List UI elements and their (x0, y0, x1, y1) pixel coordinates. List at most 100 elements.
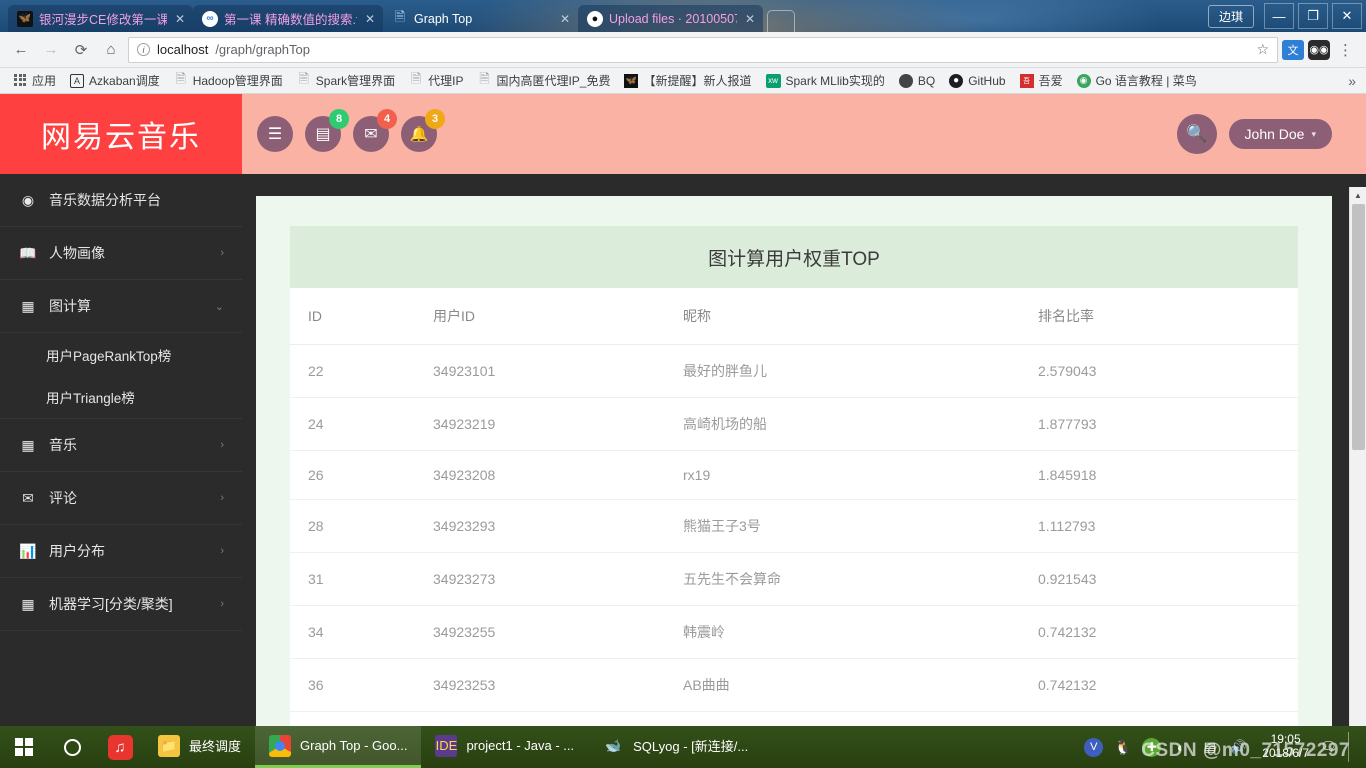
home-icon[interactable]: ⌂ (98, 37, 124, 63)
page-scrollbar[interactable]: ▲ ▼ (1349, 187, 1366, 768)
tasks-icon[interactable]: ▤ 8 (305, 109, 349, 152)
table-row[interactable]: 34 34923255 韩震岭 0.742132 (290, 605, 1298, 659)
volume-icon[interactable]: 🔊 (1229, 738, 1248, 757)
cortana-button[interactable] (48, 726, 96, 768)
reload-icon[interactable]: ⟳ (68, 37, 94, 63)
user-name: John Doe (1244, 126, 1305, 142)
search-glyph: 🔍 (1185, 124, 1208, 143)
forward-icon[interactable]: → (38, 37, 64, 63)
hamburger-icon[interactable]: ☰ (257, 116, 293, 152)
wifi-icon[interactable]: ◐ (1171, 738, 1190, 757)
github-icon: ● (587, 10, 603, 27)
bookmark-item[interactable]: xw Spark MLlib实现的 (759, 70, 892, 91)
bell-icon[interactable]: 🔔 3 (401, 109, 445, 152)
maximize-icon[interactable]: ❐ (1298, 3, 1328, 29)
cell-rank-ratio: 1.112793 (1020, 499, 1298, 553)
folder-icon: 📁 (158, 734, 180, 757)
action-center-icon[interactable]: 🗨 (1319, 738, 1338, 757)
show-desktop-button[interactable] (1348, 732, 1356, 762)
windows-taskbar: ♫ 📁 最终调度 Graph Top - Goo... IDE project1… (0, 726, 1366, 768)
bookmark-item[interactable]: ◉ Go 语言教程 | 菜鸟 (1070, 70, 1204, 91)
scrollbar-thumb[interactable] (1352, 204, 1365, 450)
table-row[interactable]: 36 34923253 AB曲曲 0.742132 (290, 658, 1298, 712)
site-info-icon[interactable]: i (137, 43, 150, 56)
security-plus-icon[interactable]: ✚ (1142, 737, 1162, 757)
taskbar-task-explorer[interactable]: 📁 最终调度 (144, 726, 255, 768)
bookmark-label: 【新提醒】新人报道 (643, 74, 752, 88)
battery-icon[interactable]: ▤ (1200, 738, 1219, 757)
bookmarks-overflow-icon[interactable]: » (1348, 73, 1360, 89)
new-tab-button[interactable] (767, 10, 795, 32)
translate-extension-icon[interactable]: 文 (1282, 39, 1304, 60)
bookmark-apps[interactable]: 应用 (6, 70, 63, 91)
sidebar-subitem-pagerank[interactable]: 用户PageRankTop榜 (0, 333, 242, 376)
qq-penguin-icon[interactable]: 🐧 (1113, 738, 1132, 757)
mail-icon[interactable]: ✉ 4 (353, 109, 397, 152)
search-icon[interactable]: 🔍 (1176, 114, 1217, 154)
sidebar-item-label: 音乐 (49, 437, 77, 453)
cell-user-id: 34923101 (415, 344, 665, 398)
bookmark-item[interactable]: 吾 吾爱 (1013, 70, 1070, 91)
clock[interactable]: 19:05 2018/6/7 (1258, 732, 1309, 761)
column-header-nickname[interactable]: 昵称 (665, 288, 1020, 345)
column-header-user-id[interactable]: 用户ID (415, 288, 665, 345)
page-icon: 🗎 (394, 8, 406, 24)
cell-rank-ratio: 1.877793 (1020, 397, 1298, 451)
browser-menu-icon[interactable]: ⋮ (1334, 41, 1358, 59)
bookmark-item[interactable]: 🗎 代理IP (402, 70, 470, 91)
close-icon[interactable]: ✕ (558, 12, 572, 26)
table-row[interactable]: 24 34923219 高崎机场的船 1.877793 (290, 397, 1298, 451)
bookmark-item[interactable]: 🗎 国内高匿代理IP_免费 (470, 70, 617, 91)
bookmark-star-icon[interactable]: ☆ (1256, 41, 1269, 58)
sqlyog-icon: 🐋 (605, 737, 622, 753)
scroll-up-icon[interactable]: ▲ (1350, 187, 1366, 204)
close-icon[interactable]: ✕ (363, 12, 377, 26)
browser-tab[interactable]: ● Upload files · 20100507 ✕ (578, 5, 763, 32)
app-body: ◉ 音乐数据分析平台 📖 人物画像 › ▦ 图计算 ⌄ 用户PageRankTo… (0, 174, 1366, 731)
extension-icon[interactable]: ◉◉ (1308, 39, 1330, 60)
chevron-right-icon: › (220, 439, 224, 451)
sidebar-item-user-distribution[interactable]: 📊 用户分布 › (0, 525, 242, 578)
bookmark-item[interactable]: ● GitHub (942, 72, 1012, 90)
browser-tab[interactable]: ∞ 第一课 精确数值的搜索.fl ✕ (193, 5, 383, 32)
back-icon[interactable]: ← (8, 37, 34, 63)
table-row[interactable]: 28 34923293 熊猫王子3号 1.112793 (290, 499, 1298, 553)
browser-tab-active[interactable]: 🗎 Graph Top ✕ (383, 5, 578, 32)
close-window-icon[interactable]: ✕ (1332, 3, 1362, 29)
table-row[interactable]: 31 34923273 五先生不会算命 0.921543 (290, 552, 1298, 606)
sidebar-item-music[interactable]: ▦ 音乐 › (0, 419, 242, 472)
table-icon: ▦ (21, 436, 35, 453)
bookmark-item[interactable]: 🦋 【新提醒】新人报道 (617, 70, 758, 91)
sidebar-subitem-triangle[interactable]: 用户Triangle榜 (0, 376, 242, 419)
user-menu-button[interactable]: John Doe ▾ (1228, 119, 1332, 149)
table-row[interactable]: 22 34923101 最好的胖鱼儿 2.579043 (290, 344, 1298, 398)
sidebar-item-machine-learning[interactable]: ▦ 机器学习[分类/聚类] › (0, 578, 242, 631)
bookmark-item[interactable]: BQ (892, 72, 942, 90)
sidebar-item-dashboard[interactable]: ◉ 音乐数据分析平台 (0, 174, 242, 227)
taskbar-task-chrome[interactable]: Graph Top - Goo... (255, 726, 422, 768)
sidebar-item-graph[interactable]: ▦ 图计算 ⌄ (0, 280, 242, 333)
column-header-id[interactable]: ID (290, 288, 415, 345)
bookmark-item[interactable]: 🗎 Spark管理界面 (290, 70, 402, 91)
sidebar-item-profile[interactable]: 📖 人物画像 › (0, 227, 242, 280)
taskbar-task-sqlyog[interactable]: 🐋 SQLyog - [新连接/... (588, 726, 762, 768)
minimize-icon[interactable]: — (1264, 3, 1294, 29)
taskbar-pinned-netease[interactable]: ♫ (96, 726, 144, 768)
browser-tab[interactable]: 🦋 银河漫步CE修改第一课 精… ✕ (8, 5, 193, 32)
column-header-rank-ratio[interactable]: 排名比率 (1020, 288, 1298, 345)
sidebar-item-comments[interactable]: ✉ 评论 › (0, 472, 242, 525)
cell-rank-ratio: 2.579043 (1020, 344, 1298, 398)
close-icon[interactable]: ✕ (173, 12, 187, 26)
sogou-icon[interactable]: V (1084, 737, 1104, 757)
close-icon[interactable]: ✕ (743, 12, 757, 26)
start-button[interactable] (0, 726, 48, 768)
bookmark-label: Hadoop管理界面 (192, 74, 283, 88)
bookmark-item[interactable]: 🗎 Hadoop管理界面 (167, 70, 290, 91)
table-row[interactable]: 26 34923208 rx19 1.845918 (290, 450, 1298, 500)
sidebar-subitem-label: 用户PageRankTop榜 (46, 348, 172, 364)
taskbar-task-label: Graph Top - Goo... (300, 738, 408, 753)
taskbar-task-intellij[interactable]: IDE project1 - Java - ... (421, 726, 588, 768)
bookmark-item[interactable]: A Azkaban调度 (63, 70, 167, 91)
address-bar[interactable]: i localhost/graph/graphTop ☆ (128, 36, 1278, 63)
window-user-label[interactable]: 边琪 (1207, 4, 1254, 28)
